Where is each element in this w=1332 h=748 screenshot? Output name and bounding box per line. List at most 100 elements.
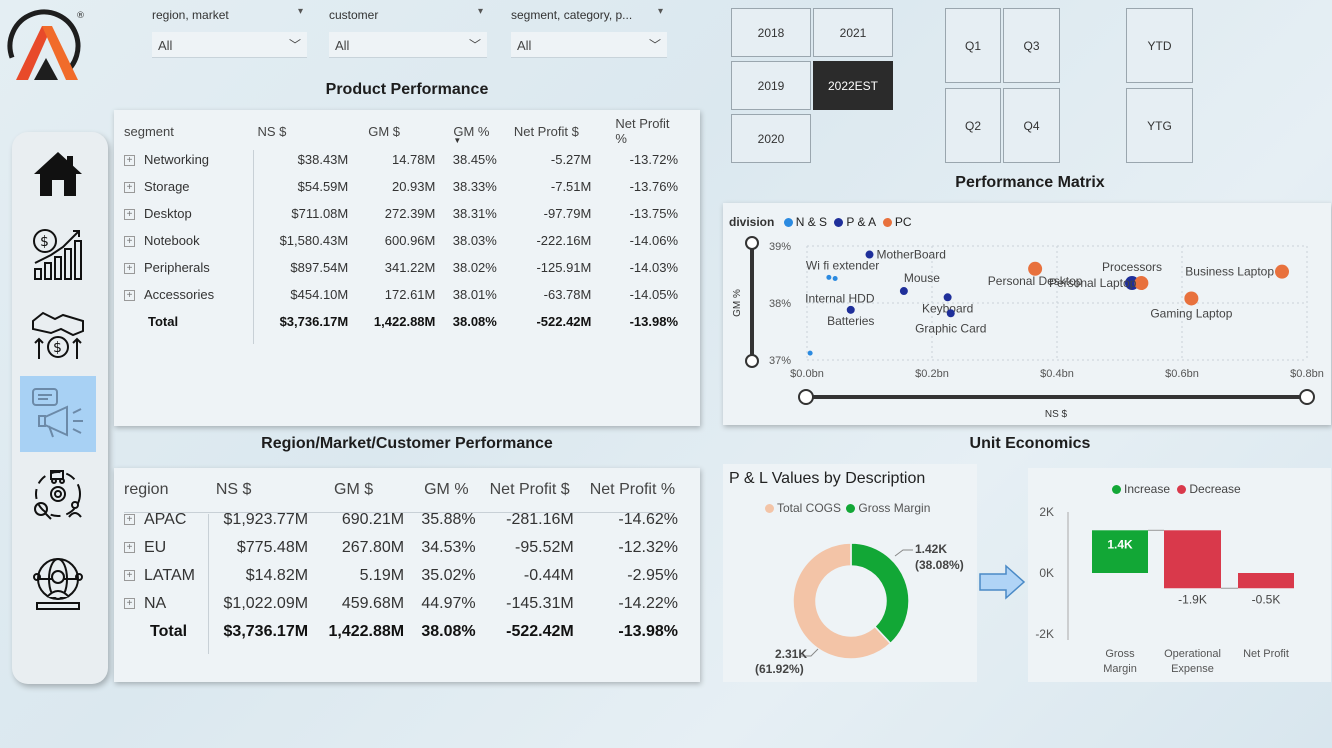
table-cell: -222.16M	[536, 233, 592, 248]
quarter-button-q1[interactable]: Q1	[945, 8, 1001, 83]
expand-icon[interactable]: +	[124, 542, 135, 554]
waterfall-bar[interactable]	[1164, 530, 1221, 589]
period-button-ytg[interactable]: YTG	[1126, 88, 1193, 163]
column-header[interactable]: NS $	[210, 474, 314, 506]
table-row[interactable]: + Peripherals $897.54M 341.22M 38.02% -125.91…	[124, 254, 684, 281]
year-button-2022est[interactable]: 2022EST	[813, 61, 893, 110]
period-button-ytd[interactable]: YTD	[1126, 8, 1193, 83]
chevron-down-icon[interactable]: ▾	[298, 6, 303, 17]
table-cell: $775.48M	[236, 539, 309, 556]
expand-icon[interactable]: +	[124, 236, 135, 248]
table-cell: 38.31%	[452, 206, 497, 221]
expand-icon[interactable]: +	[124, 209, 135, 221]
donut-slice-gross-margin[interactable]	[850, 542, 910, 645]
chevron-down-icon[interactable]: ▾	[658, 6, 663, 17]
scatter-point[interactable]	[826, 274, 832, 280]
nav-item-home[interactable]	[20, 136, 96, 212]
scatter-point[interactable]	[832, 275, 838, 281]
y-range-slider-handle[interactable]	[745, 236, 759, 250]
column-header[interactable]: NS $	[251, 116, 354, 146]
row-label-cell: + Desktop	[124, 200, 251, 227]
scatter-point[interactable]	[1275, 264, 1289, 279]
table-row[interactable]: + Notebook $1,580.43M 600.96M 38.03% -222.16M…	[124, 227, 684, 254]
x-tick-label: Margin	[1103, 663, 1137, 675]
quarter-button-q4[interactable]: Q4	[1003, 88, 1060, 163]
table-row[interactable]: + Accessories $454.10M 172.61M 38.01% -63.78M…	[124, 281, 684, 308]
scatter-point[interactable]	[1184, 291, 1199, 306]
x-range-slider-handle[interactable]	[1299, 389, 1315, 405]
chevron-down-icon: ﹀	[648, 38, 661, 52]
column-header[interactable]: Net Profit $	[482, 474, 580, 506]
year-button-2018[interactable]: 2018	[731, 8, 811, 57]
expand-icon[interactable]: +	[124, 155, 135, 167]
column-header[interactable]: GM $	[354, 116, 441, 146]
filter-dropdown[interactable]: All ﹀	[329, 32, 487, 58]
column-header[interactable]: GM $	[314, 474, 410, 506]
x-tick-label: $0.6bn	[1165, 368, 1199, 380]
table-row[interactable]: + Networking $38.43M 14.78M 38.45% -5.27M -13.…	[124, 146, 684, 173]
scatter-point[interactable]	[865, 250, 874, 259]
filter-label: customer	[329, 8, 379, 22]
column-header[interactable]: GM %	[410, 474, 482, 506]
x-range-slider-handle[interactable]	[798, 389, 814, 405]
column-header[interactable]: segment	[124, 116, 251, 146]
column-header[interactable]: Net Profit %	[580, 474, 684, 506]
scatter-point[interactable]	[946, 309, 955, 318]
column-header-sorted[interactable]: GM % ▼	[441, 116, 502, 146]
table-cell: -63.78M	[543, 287, 592, 302]
table-row[interactable]: + Storage $54.59M 20.93M 38.33% -7.51M -13.76%	[124, 173, 684, 200]
expand-icon[interactable]: +	[124, 182, 135, 194]
scatter-point[interactable]	[807, 350, 813, 356]
year-button-2021[interactable]: 2021	[813, 8, 893, 57]
product-performance-table: segment NS $ GM $ GM % ▼ Net Profit $ Net…	[114, 110, 700, 426]
scatter-point[interactable]	[943, 293, 952, 302]
total-row[interactable]: Total $3,736.17M 1,422.88M 38.08% -522.42M -1…	[124, 308, 684, 335]
arrow-right-icon	[979, 564, 1026, 600]
filter-region-market[interactable]: region, market ▾ All ﹀	[152, 6, 307, 58]
nav-item-marketing[interactable]	[20, 376, 96, 452]
filter-customer[interactable]: customer ▾ All ﹀	[329, 6, 487, 58]
leader-line	[894, 549, 913, 557]
scatter-point[interactable]	[846, 305, 855, 314]
expand-icon[interactable]: +	[124, 290, 135, 302]
quarter-button-q3[interactable]: Q3	[1003, 8, 1060, 83]
column-header[interactable]: region	[124, 474, 210, 506]
donut-chart[interactable]: 1.42K (38.08%) 2.31K(61.92%)	[723, 464, 977, 682]
table-cell: -125.91M	[536, 260, 592, 275]
scatter-chart[interactable]: 39% 38% 37%$0.0bn $0.2bn $0.4bn $0.6bn $0.8bn G…	[723, 203, 1331, 425]
row-label-cell: + Accessories	[124, 281, 251, 308]
nav-item-finance[interactable]: $	[20, 216, 96, 292]
waterfall-bar[interactable]	[1238, 573, 1294, 589]
filter-dropdown[interactable]: All ﹀	[152, 32, 307, 58]
donut-data-label: (38.08%)	[915, 558, 964, 572]
scatter-point[interactable]	[899, 287, 908, 296]
column-header[interactable]: Net Profit %	[597, 116, 684, 146]
column-header[interactable]: Net Profit $	[503, 116, 598, 146]
x-tick-label: $0.4bn	[1040, 368, 1074, 380]
year-button-2020[interactable]: 2020	[731, 114, 811, 163]
bar-data-label: 1.4K	[1107, 537, 1133, 551]
column-divider	[208, 514, 209, 654]
expand-icon[interactable]: +	[124, 570, 135, 582]
filter-dropdown[interactable]: All ﹀	[511, 32, 667, 58]
expand-icon[interactable]: +	[124, 598, 135, 610]
expand-icon[interactable]: +	[124, 263, 135, 275]
quarter-button-q2[interactable]: Q2	[945, 88, 1001, 163]
row-label-cell: Total	[124, 308, 251, 335]
filter-segment[interactable]: segment, category, p... ▾ All ﹀	[511, 6, 667, 58]
performance-matrix-title: Performance Matrix	[955, 174, 1105, 191]
table-cell: $1,923.77M	[223, 511, 309, 528]
row-label: Total	[148, 314, 179, 329]
year-button-2019[interactable]: 2019	[731, 61, 811, 110]
table-cell: -281.16M	[506, 511, 574, 528]
chevron-down-icon[interactable]: ▾	[478, 6, 483, 17]
nav-item-supply-chain[interactable]	[20, 456, 96, 532]
y-range-slider-handle[interactable]	[745, 354, 759, 368]
waterfall-chart[interactable]: 2K 0K -2K 1.4K -1.9K -0.5K Gross Margin Operatio…	[1028, 468, 1331, 682]
nav-item-deals[interactable]: $	[20, 296, 96, 372]
table-row[interactable]: + Desktop $711.08M 272.39M 38.31% -97.79M -13.…	[124, 200, 684, 227]
y-tick-label: 39%	[769, 241, 791, 253]
scatter-point[interactable]	[1134, 276, 1149, 291]
nav-item-customers[interactable]	[20, 546, 96, 622]
expand-icon[interactable]: +	[124, 514, 135, 526]
